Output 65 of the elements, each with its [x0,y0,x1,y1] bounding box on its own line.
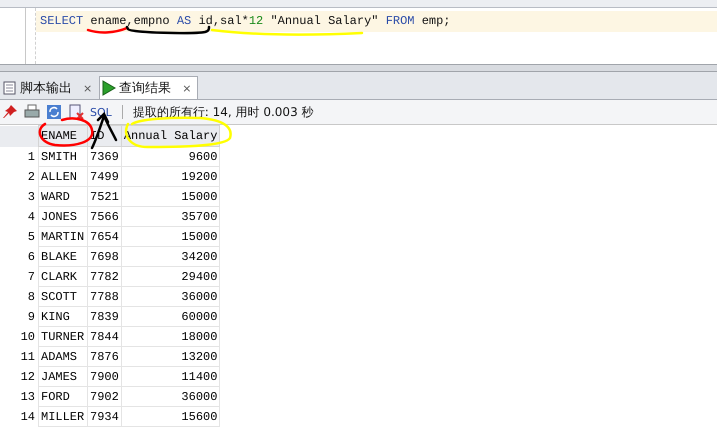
table-cell: 7782 [88,266,122,286]
table-cell: 7654 [88,226,122,246]
table-cell: 15000 [121,226,220,246]
document-icon [3,81,17,95]
table-cell: 18000 [121,326,220,346]
table-cell: 7844 [88,326,122,346]
table-cell: SMITH [38,146,88,166]
row-number: 11 [0,346,38,366]
table-cell: 7934 [88,406,122,426]
table-cell: 7566 [88,206,122,226]
row-number: 1 [0,146,38,166]
table-cell: 7902 [88,386,122,406]
result-tab[interactable]: 查询结果 × [99,76,198,99]
table-cell: 7900 [88,366,122,386]
table-cell: MARTIN [38,226,88,246]
close-icon[interactable]: × [182,82,192,94]
table-cell: JAMES [38,366,88,386]
table-cell: WARD [38,186,88,206]
table-cell: 7521 [88,186,122,206]
refresh-icon[interactable] [46,104,62,120]
close-icon[interactable]: × [83,82,92,94]
row-number: 3 [0,186,38,206]
row-number: 12 [0,366,38,386]
row-number: 10 [0,326,38,346]
table-cell: ALLEN [38,166,88,186]
table-cell: 7369 [88,146,122,166]
table-cell: 7499 [88,166,122,186]
table-cell: 36000 [121,286,220,306]
table-cell: 36000 [121,386,220,406]
row-number: 14 [0,406,38,426]
table-cell: 7698 [88,246,122,266]
row-number: 2 [0,166,38,186]
row-number: 8 [0,286,38,306]
table-cell: 19200 [121,166,220,186]
table-cell: 7788 [88,286,122,306]
table-cell: SCOTT [38,286,88,306]
table-cell: 11400 [121,366,220,386]
table-cell: 7839 [88,306,122,326]
table-cell: 60000 [121,306,220,326]
table-cell: 9600 [121,146,220,166]
table-cell: 15600 [121,406,220,426]
table-cell: 34200 [121,246,220,266]
table-cell: 13200 [121,346,220,366]
table-cell: TURNER [38,326,88,346]
row-number: 7 [0,266,38,286]
row-number: 9 [0,306,38,326]
table-cell: CLARK [38,266,88,286]
row-number: 13 [0,386,38,406]
row-number: 5 [0,226,38,246]
table-cell: 35700 [121,206,220,226]
play-icon [102,80,116,96]
table-cell: ADAMS [38,346,88,366]
table-cell: MILLER [38,406,88,426]
table-cell: JONES [38,206,88,226]
table-cell: KING [38,306,88,326]
table-cell: 15000 [121,186,220,206]
row-number: 4 [0,206,38,226]
table-cell: 7876 [88,346,122,366]
table-cell: BLAKE [38,246,88,266]
table-cell: FORD [38,386,88,406]
table-cell: 29400 [121,266,220,286]
delete-document-icon[interactable] [68,104,84,120]
row-number: 6 [0,246,38,266]
printer-icon[interactable] [24,104,40,120]
pin-icon[interactable] [2,104,18,120]
